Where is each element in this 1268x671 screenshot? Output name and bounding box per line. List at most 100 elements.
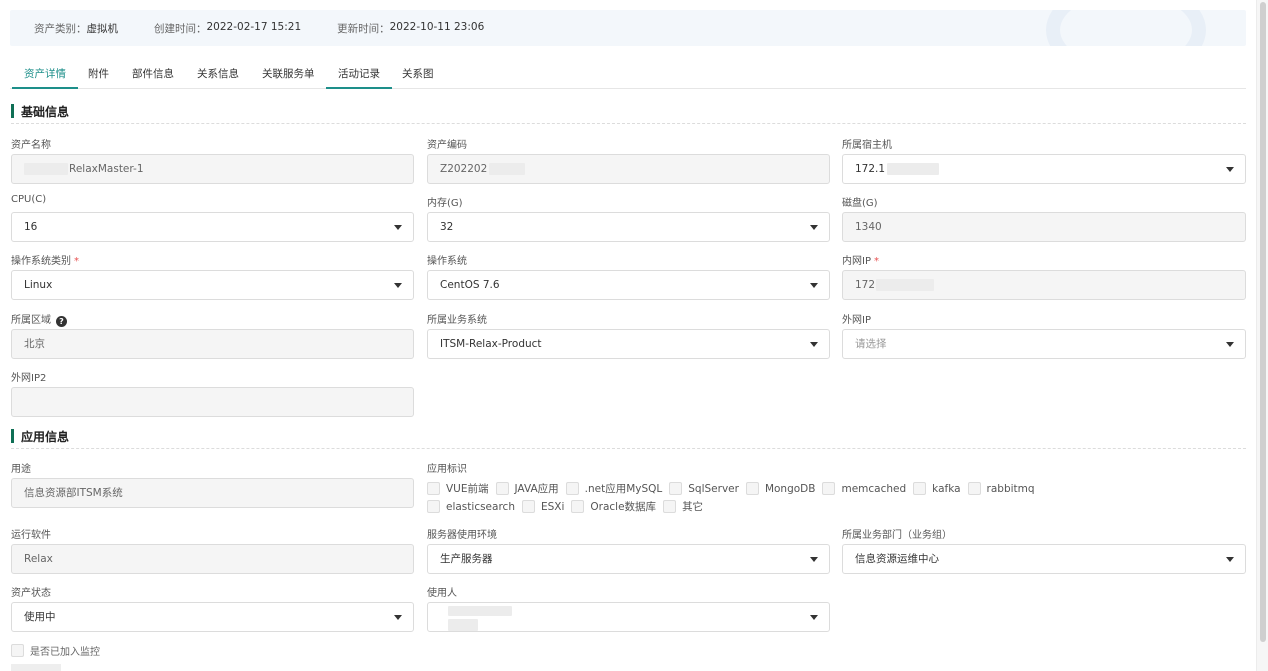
caret-down-icon [394, 615, 402, 620]
caret-down-icon [810, 557, 818, 562]
purpose-field[interactable]: 信息资源部ITSM系统 [11, 478, 414, 508]
tab-activity-log[interactable]: 活动记录 [326, 60, 392, 89]
software-value: Relax [24, 553, 53, 565]
intranet-ip-label: 内网IP * [842, 252, 879, 267]
extranet-ip2-field[interactable] [11, 387, 414, 417]
extranet-ip-placeholder: 请选择 [855, 338, 887, 350]
host-select[interactable]: 172.1 [842, 154, 1246, 184]
disk-field[interactable]: 1340 [842, 212, 1246, 242]
app-tag-checkbox[interactable]: 其它 [663, 499, 703, 514]
app-tag-checkbox[interactable]: Oracle数据库 [571, 499, 656, 514]
app-tag-label: VUE前端 [446, 483, 489, 495]
app-info-section-title: 应用信息 [11, 427, 1246, 449]
question-circle-icon[interactable]: ? [56, 316, 67, 327]
os-type-label: 操作系统类别 * [11, 252, 79, 267]
checkbox-box[interactable] [669, 482, 683, 495]
redacted-mask [876, 279, 935, 291]
checkbox-box[interactable] [967, 482, 981, 495]
tab-components[interactable]: 部件信息 [120, 60, 186, 89]
environment-select[interactable]: 生产服务器 [427, 544, 830, 574]
vertical-scrollbar[interactable] [1256, 0, 1268, 671]
app-tags-label: 应用标识 [427, 464, 467, 475]
caret-down-icon [394, 283, 402, 288]
app-tag-checkbox[interactable]: ESXi [521, 500, 564, 513]
caret-down-icon [1226, 342, 1234, 347]
disk-value: 1340 [855, 221, 882, 233]
app-tag-checkbox[interactable]: .net应用MySQL [565, 481, 662, 496]
tab-asset-detail[interactable]: 资产详情 [12, 60, 78, 89]
asset-type-label: 资产类别： [34, 22, 87, 35]
required-mark: * [873, 256, 879, 267]
app-tag-checkbox[interactable]: JAVA应用 [495, 481, 559, 496]
asset-name-value: RelaxMaster-1 [69, 163, 144, 175]
section-marker [11, 104, 14, 118]
host-label: 所属宿主机 [842, 140, 892, 151]
tab-attachments[interactable]: 附件 [76, 60, 121, 89]
asset-type-value: 虚拟机 [86, 22, 119, 35]
checkbox-box[interactable] [571, 500, 585, 513]
checkbox-box[interactable] [745, 482, 759, 495]
checkbox-box[interactable] [913, 482, 927, 495]
department-value: 信息资源运维中心 [855, 553, 939, 565]
app-tags-row-1: VUE前端 JAVA应用 .net应用MySQL SqlServer Mongo… [427, 481, 1042, 496]
required-mark: * [74, 256, 79, 267]
cpu-select[interactable]: 16 [11, 212, 414, 242]
extranet-ip-select[interactable]: 请选择 [842, 329, 1246, 359]
app-tag-checkbox[interactable]: MongoDB [745, 482, 815, 495]
app-tag-checkbox[interactable]: SqlServer [669, 482, 739, 495]
app-info-title: 应用信息 [21, 430, 70, 444]
os-type-select[interactable]: Linux [11, 270, 414, 300]
app-tag-label: elasticsearch [446, 500, 515, 513]
app-tag-label: JAVA应用 [514, 483, 559, 495]
basic-info-section-title: 基础信息 [11, 102, 1246, 124]
asset-code-field[interactable]: Z202202 [427, 154, 830, 184]
checkbox-box[interactable] [521, 500, 535, 513]
created-time-label: 创建时间： [154, 22, 207, 35]
redacted-mask [448, 619, 478, 631]
business-system-select[interactable]: ITSM-Relax-Product [427, 329, 830, 359]
app-tag-checkbox[interactable]: elasticsearch [427, 500, 515, 513]
redacted-mask [24, 163, 68, 175]
caret-down-icon [810, 283, 818, 288]
checkbox-box[interactable] [822, 482, 836, 495]
os-value: CentOS 7.6 [440, 279, 500, 291]
region-field[interactable]: 北京 [11, 329, 414, 359]
app-tag-label: memcached [841, 482, 907, 495]
basic-info-title: 基础信息 [21, 105, 70, 119]
asset-name-field[interactable]: RelaxMaster-1 [11, 154, 414, 184]
checkbox-box[interactable] [11, 644, 24, 657]
monitor-checkbox[interactable]: 是否已加入监控 [11, 643, 100, 658]
checkbox-box[interactable] [565, 482, 579, 495]
app-tag-checkbox[interactable]: kafka [913, 482, 961, 495]
created-time-value: 2022-02-17 15:21 [206, 20, 302, 33]
app-tag-checkbox[interactable]: memcached [822, 482, 906, 495]
os-type-label-text: 操作系统类别 [11, 256, 71, 267]
software-field[interactable]: Relax [11, 544, 414, 574]
tab-relations[interactable]: 关系信息 [185, 60, 251, 89]
department-select[interactable]: 信息资源运维中心 [842, 544, 1246, 574]
environment-value: 生产服务器 [440, 553, 493, 565]
tab-related-tickets[interactable]: 关联服务单 [250, 60, 327, 89]
checkbox-box[interactable] [427, 482, 440, 495]
status-select[interactable]: 使用中 [11, 602, 414, 632]
department-label: 所属业务部门（业务组） [842, 530, 952, 541]
checkbox-box[interactable] [663, 500, 677, 513]
updated-time-label: 更新时间： [337, 22, 390, 35]
tab-relation-graph[interactable]: 关系图 [390, 60, 446, 89]
intranet-ip-field[interactable]: 172 [842, 270, 1246, 300]
scrollbar-thumb[interactable] [1260, 2, 1266, 642]
checkbox-box[interactable] [427, 500, 440, 513]
region-label-text: 所属区域 [11, 315, 51, 326]
user-select[interactable] [427, 602, 830, 632]
redacted-mask [448, 606, 512, 616]
os-select[interactable]: CentOS 7.6 [427, 270, 830, 300]
region-value: 北京 [24, 338, 45, 350]
os-type-value: Linux [24, 279, 53, 291]
checkbox-box[interactable] [495, 482, 509, 495]
app-tag-checkbox[interactable]: VUE前端 [427, 481, 489, 496]
memory-select[interactable]: 32 [427, 212, 830, 242]
app-tag-checkbox[interactable]: rabbitmq [967, 482, 1035, 495]
created-time-info: 创建时间： 2022-02-17 15:21 [154, 21, 301, 36]
header-decoration [1046, 10, 1206, 46]
business-system-label: 所属业务系统 [427, 315, 487, 326]
